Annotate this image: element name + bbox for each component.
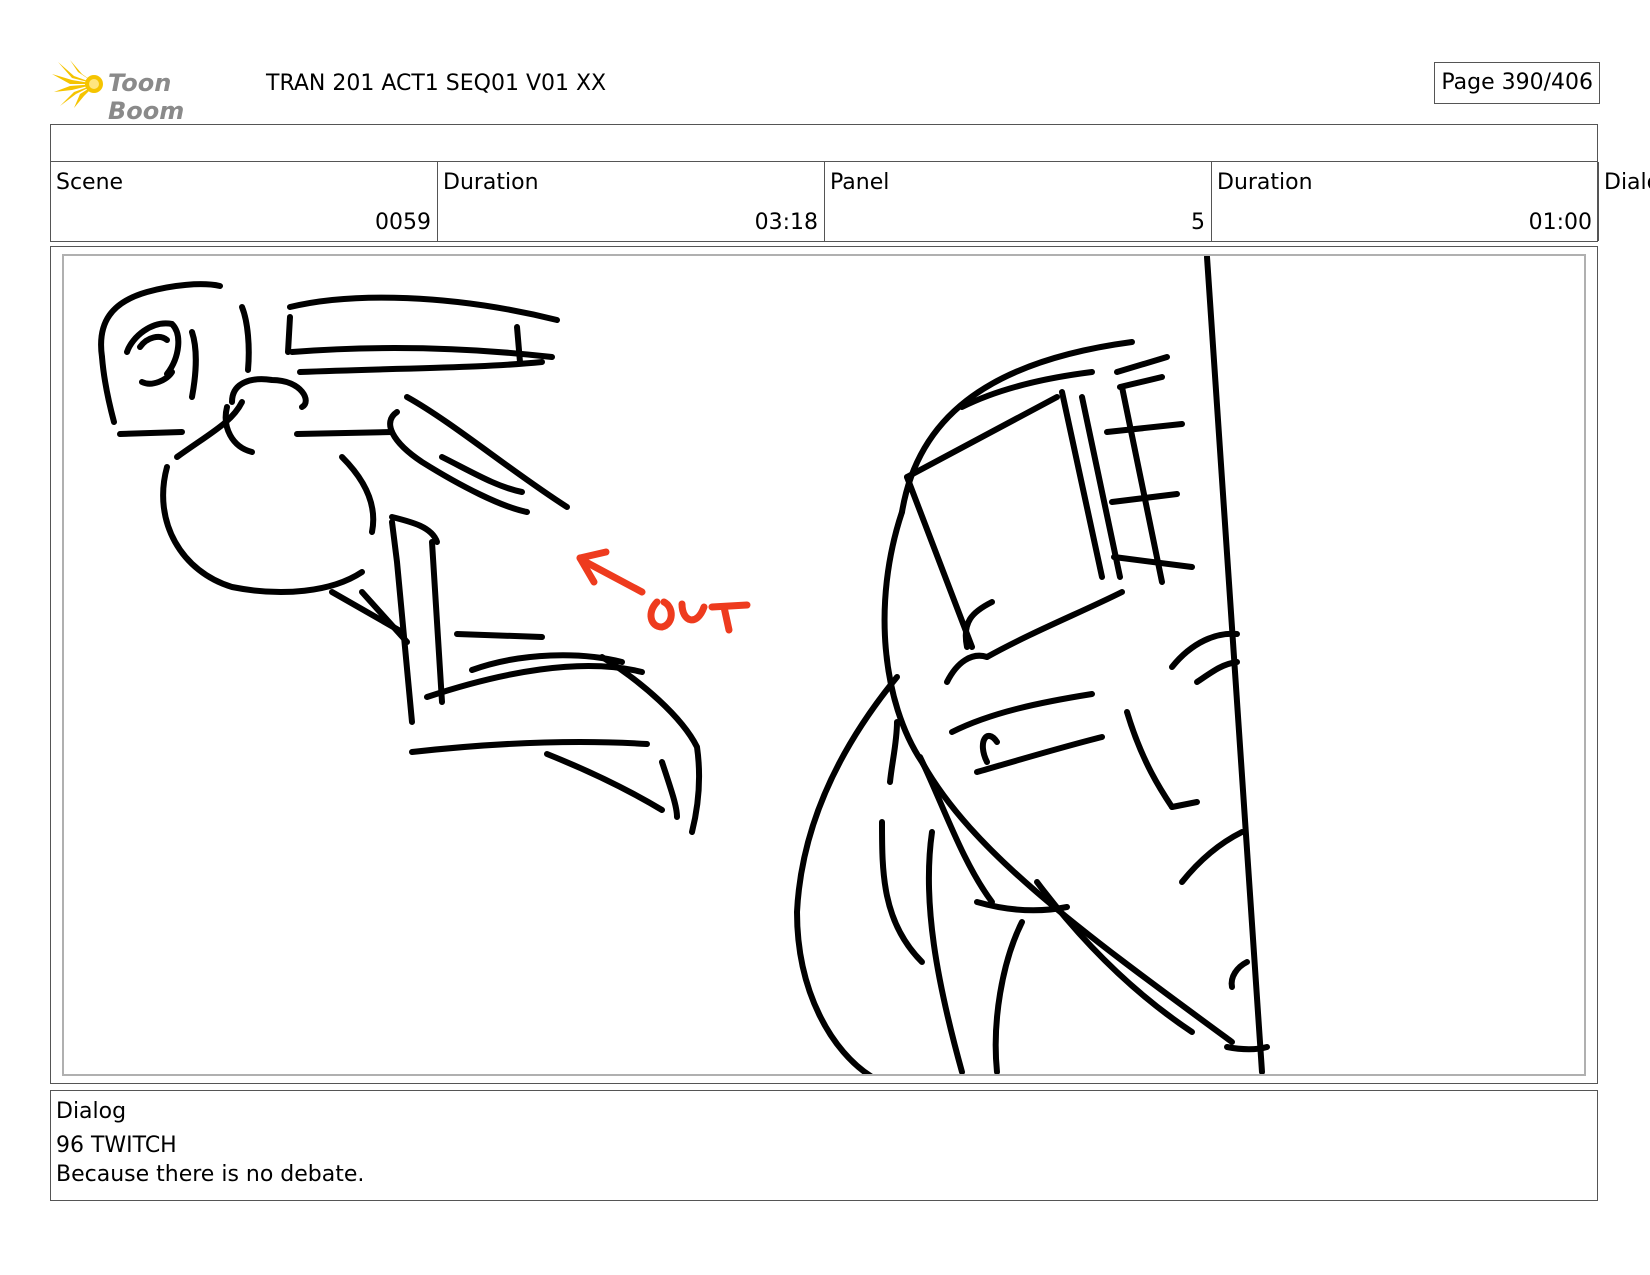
- dialog-speaker-line: 96 TWITCH: [56, 1133, 177, 1158]
- panel-duration-cell: Duration 01:00: [1212, 162, 1599, 241]
- storyboard-sketch: [98, 256, 1270, 1074]
- scene-duration-cell: Duration 03:18: [438, 162, 825, 241]
- panel-label: Panel: [830, 170, 890, 195]
- scene-value: 0059: [375, 210, 431, 235]
- panel-duration-value: 01:00: [1528, 210, 1592, 235]
- panel-value: 5: [1191, 210, 1205, 235]
- panel-duration-label: Duration: [1217, 170, 1313, 195]
- toon-boom-logo: Toon Boom: [52, 56, 252, 125]
- dialog-label: Dialog: [56, 1099, 127, 1124]
- scene-cell: Scene 0059: [51, 162, 438, 241]
- logo-text: Toon Boom: [108, 69, 185, 125]
- dialog-text-line: Because there is no debate.: [56, 1162, 365, 1187]
- storyboard-header: Toon Boom TRAN 201 ACT1 SEQ01 V01 XX Pag…: [52, 56, 1600, 125]
- scene-info-row: Scene 0059 Duration 03:18 Panel 5 Durati…: [50, 162, 1599, 242]
- blank-header-row: [50, 124, 1598, 162]
- document-title: TRAN 201 ACT1 SEQ01 V01 XX: [266, 71, 607, 96]
- scene-duration-value: 03:18: [754, 210, 818, 235]
- dialog-box: Dialog 96 TWITCH Because there is no deb…: [50, 1090, 1598, 1201]
- panel-drawing: [62, 254, 1586, 1076]
- page-indicator: Page 390/406: [1434, 62, 1600, 104]
- dialog-column-label-clipped: Dialo: [1604, 170, 1650, 195]
- scene-duration-label: Duration: [443, 170, 539, 195]
- scene-label: Scene: [56, 170, 124, 195]
- starburst-icon: [52, 60, 103, 108]
- panel-cell: Panel 5: [825, 162, 1212, 241]
